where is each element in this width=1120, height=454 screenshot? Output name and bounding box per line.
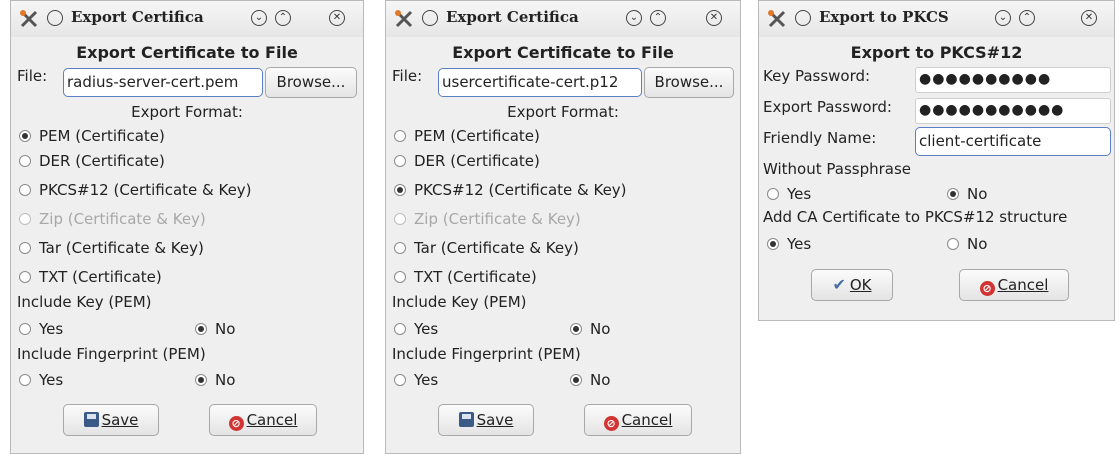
key-password-field[interactable]: ●●●●●●●●●● [915,67,1111,93]
include-fingerprint-yes-radio[interactable]: Yes [394,371,438,389]
friendly-name-label: Friendly Name: [763,129,877,147]
cancel-icon: ⊘ [979,281,995,296]
tools-icon[interactable] [767,9,787,29]
browse-button[interactable]: Browse... [644,67,734,98]
ok-button[interactable]: ✔ OK [811,269,893,301]
window-title: Export Certifica [446,8,579,26]
export-pkcs12-dialog: Export to PKCS ⌄ ⌃ ✕ Export to PKCS#12 K… [758,0,1115,321]
format-radio-pkcs12[interactable]: PKCS#12 (Certificate & Key) [394,181,627,199]
format-radio-der[interactable]: DER (Certificate) [19,152,165,170]
format-radio-pkcs12[interactable]: PKCS#12 (Certificate & Key) [19,181,252,199]
without-passphrase-label: Without Passphrase [763,160,912,178]
tools-icon[interactable] [394,9,414,29]
add-ca-yes-radio[interactable]: Yes [767,235,811,253]
format-radio-pem[interactable]: PEM (Certificate) [394,127,540,145]
chevron-up-icon[interactable]: ⌃ [275,10,291,26]
format-radio-zip: Zip (Certificate & Key) [19,210,206,228]
browse-button[interactable]: Browse... [265,67,357,98]
include-fingerprint-label: Include Fingerprint (PEM) [392,345,581,363]
key-password-label: Key Password: [763,67,871,85]
export-password-field[interactable]: ●●●●●●●●●●● [915,98,1111,124]
window-title: Export to PKCS [819,8,949,26]
floppy-disk-icon [458,412,474,427]
save-button[interactable]: Save [63,404,159,436]
include-fingerprint-no-radio[interactable]: No [570,371,610,389]
file-path-input[interactable]: radius-server-cert.pem [63,68,263,97]
dialog-heading: Export Certificate to File [76,43,298,62]
add-ca-label: Add CA Certificate to PKCS#12 structure [763,208,1068,226]
close-icon[interactable]: ✕ [706,10,722,26]
chevron-up-icon[interactable]: ⌃ [1019,10,1035,26]
format-radio-txt[interactable]: TXT (Certificate) [394,268,537,286]
minimize-icon[interactable] [47,10,63,26]
export-certificate-dialog-2: Export Certifica ⌄ ⌃ ✕ Export Certificat… [385,0,741,454]
title-bar[interactable]: Export Certifica ⌄ ⌃ ✕ [11,1,363,37]
include-key-yes-radio[interactable]: Yes [394,320,438,338]
tools-icon[interactable] [19,9,39,29]
include-fingerprint-label: Include Fingerprint (PEM) [17,345,206,363]
format-radio-tar[interactable]: Tar (Certificate & Key) [19,239,204,257]
export-format-label: Export Format: [507,103,619,121]
without-passphrase-yes-radio[interactable]: Yes [767,185,811,203]
chevron-down-icon[interactable]: ⌄ [251,10,267,26]
checkmark-icon: ✔ [832,275,846,294]
export-format-label: Export Format: [131,103,243,121]
chevron-down-icon[interactable]: ⌄ [626,10,642,26]
include-key-label: Include Key (PEM) [17,293,152,311]
file-path-input[interactable]: usercertificate-cert.p12 [438,68,642,97]
format-radio-der[interactable]: DER (Certificate) [394,152,540,170]
include-key-no-radio[interactable]: No [195,320,235,338]
include-key-yes-radio[interactable]: Yes [19,320,63,338]
friendly-name-input[interactable]: client-certificate [915,127,1111,156]
include-fingerprint-no-radio[interactable]: No [195,371,235,389]
include-key-no-radio[interactable]: No [570,320,610,338]
file-label: File: [392,67,423,85]
without-passphrase-no-radio[interactable]: No [947,185,987,203]
export-password-label: Export Password: [763,98,892,116]
include-key-label: Include Key (PEM) [392,293,527,311]
close-icon[interactable]: ✕ [1081,10,1097,26]
cancel-icon: ⊘ [603,416,619,431]
window-title: Export Certifica [71,8,204,26]
add-ca-no-radio[interactable]: No [947,235,987,253]
file-label: File: [17,67,48,85]
minimize-icon[interactable] [422,10,438,26]
cancel-button[interactable]: ⊘ Cancel [584,404,692,436]
dialog-heading: Export to PKCS#12 [850,43,1023,62]
cancel-button[interactable]: ⊘ Cancel [959,269,1069,301]
dialog-heading: Export Certificate to File [452,43,674,62]
format-radio-zip: Zip (Certificate & Key) [394,210,581,228]
save-button[interactable]: Save [438,404,534,436]
format-radio-txt[interactable]: TXT (Certificate) [19,268,162,286]
cancel-button[interactable]: ⊘ Cancel [209,404,317,436]
title-bar[interactable]: Export Certifica ⌄ ⌃ ✕ [386,1,740,37]
chevron-down-icon[interactable]: ⌄ [995,10,1011,26]
include-fingerprint-yes-radio[interactable]: Yes [19,371,63,389]
title-bar[interactable]: Export to PKCS ⌄ ⌃ ✕ [759,1,1114,37]
cancel-icon: ⊘ [228,416,244,431]
format-radio-tar[interactable]: Tar (Certificate & Key) [394,239,579,257]
close-icon[interactable]: ✕ [329,10,345,26]
format-radio-pem[interactable]: PEM (Certificate) [19,127,165,145]
export-certificate-dialog-1: Export Certifica ⌄ ⌃ ✕ Export Certificat… [10,0,364,454]
minimize-icon[interactable] [795,10,811,26]
chevron-up-icon[interactable]: ⌃ [650,10,666,26]
floppy-disk-icon [83,412,99,427]
